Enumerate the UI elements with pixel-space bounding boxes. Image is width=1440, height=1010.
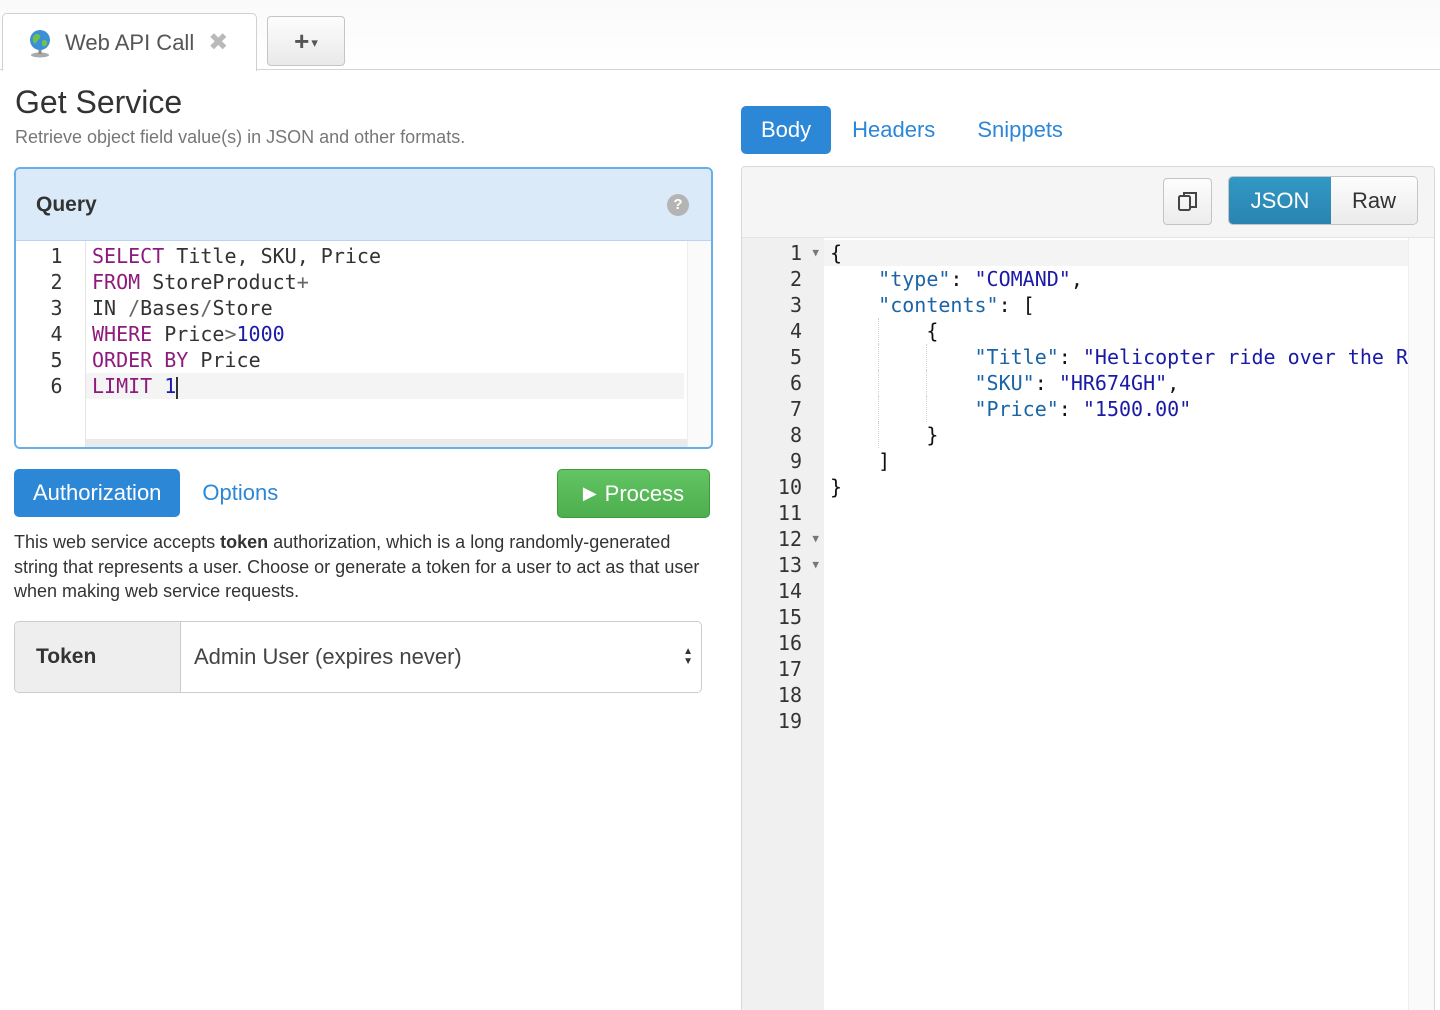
fold-icon: ▼ xyxy=(812,532,819,545)
format-toggle: JSON Raw xyxy=(1228,176,1418,225)
fold-icon: ▼ xyxy=(812,246,819,259)
line-number: 17 xyxy=(777,657,802,681)
code-line: "SKU": "HR674GH", xyxy=(824,370,1434,396)
line-number: 5 xyxy=(50,348,63,372)
page-title: Get Service xyxy=(15,84,183,120)
code-line: LIMIT 1 xyxy=(86,373,684,399)
fold-icon: ▼ xyxy=(812,558,819,571)
page-subtitle: Retrieve object field value(s) in JSON a… xyxy=(15,127,466,147)
query-panel-header: Query ? xyxy=(16,169,711,241)
code-line: SELECT Title, SKU, Price xyxy=(92,244,381,268)
line-number: 5 xyxy=(789,345,802,369)
tab-web-api-call[interactable]: Web API Call ✖ xyxy=(2,13,257,71)
query-editor[interactable]: 1 2 3 4 5 6 SELECT Title, SKU, Price FRO… xyxy=(16,241,711,447)
code-line: "type": "COMAND", xyxy=(878,267,1083,291)
vertical-scrollbar[interactable] xyxy=(1408,238,1434,1010)
help-icon[interactable]: ? xyxy=(667,193,689,216)
format-json-button[interactable]: JSON xyxy=(1229,177,1331,224)
text-cursor xyxy=(176,376,179,399)
response-tabs: Body Headers Snippets xyxy=(741,106,1084,154)
play-icon: ▶ xyxy=(582,483,597,503)
response-editor[interactable]: 1 ▼ 2 3 4 5 6 7 8 9 10 11 12 ▼ 13 ▼ 14 15 1… xyxy=(742,237,1434,1010)
token-selected-value: Admin User (expires never) xyxy=(194,644,462,669)
close-icon[interactable]: ✖ xyxy=(208,28,228,57)
line-number: 9 xyxy=(789,449,802,473)
line-number: 12 ▼ xyxy=(777,527,819,551)
token-field: Token Admin User (expires never) ▲ ▼ xyxy=(14,621,702,693)
line-number: 3 xyxy=(50,296,63,320)
line-number: 6 xyxy=(789,371,802,395)
code-line: "Price": "1500.00" xyxy=(824,396,1434,422)
add-tab-button[interactable]: + ▾ xyxy=(267,16,345,66)
line-number: 4 xyxy=(50,322,63,346)
code-line: { xyxy=(830,318,939,344)
line-number: 1 ▼ xyxy=(789,241,819,265)
line-number: 14 xyxy=(777,579,802,603)
line-number: 10 xyxy=(777,475,802,499)
copy-icon xyxy=(1177,191,1197,211)
line-number: 11 xyxy=(777,501,802,525)
vertical-scrollbar[interactable] xyxy=(687,241,711,447)
tab-body[interactable]: Body xyxy=(741,106,832,154)
tab-options[interactable]: Options xyxy=(180,469,300,517)
code-line: } xyxy=(830,475,843,499)
query-title: Query xyxy=(36,192,97,216)
response-panel: JSON Raw 1 ▼ 2 3 4 5 6 7 8 9 10 11 12 ▼ 13… xyxy=(741,166,1435,1010)
line-number: 6 xyxy=(50,374,63,398)
query-code[interactable]: SELECT Title, SKU, Price FROM StoreProdu… xyxy=(86,241,711,447)
line-number: 4 xyxy=(789,319,802,343)
line-number: 2 xyxy=(789,267,802,291)
authorization-description: This web service accepts token authoriza… xyxy=(14,530,704,604)
tab-headers[interactable]: Headers xyxy=(831,106,956,154)
code-line: WHERE Price>1000 xyxy=(92,322,285,346)
line-number: 2 xyxy=(50,270,63,294)
line-number: 8 xyxy=(789,423,802,447)
code-line: { xyxy=(824,240,1434,266)
code-line: "contents": [ xyxy=(878,293,1035,317)
line-number: 15 xyxy=(777,605,802,629)
response-line-numbers: 1 ▼ 2 3 4 5 6 7 8 9 10 11 12 ▼ 13 ▼ 14 15 1… xyxy=(742,238,824,1010)
tab-authorization[interactable]: Authorization xyxy=(14,469,181,517)
line-number: 16 xyxy=(777,631,802,655)
line-number: 19 xyxy=(777,709,802,733)
process-button[interactable]: ▶ Process xyxy=(557,469,710,518)
process-label: Process xyxy=(604,480,685,506)
token-select[interactable]: Admin User (expires never) ▲ ▼ xyxy=(181,622,701,692)
horizontal-scrollbar[interactable] xyxy=(86,439,687,447)
chevron-down-icon: ▾ xyxy=(311,34,318,50)
line-number: 13 ▼ xyxy=(777,553,819,577)
left-tabs: Authorization Options xyxy=(14,469,300,517)
auth-text-start: This web service accepts xyxy=(14,532,221,552)
line-number: 18 xyxy=(777,683,802,707)
globe-icon xyxy=(30,29,50,57)
copy-button[interactable] xyxy=(1163,178,1212,225)
query-line-numbers: 1 2 3 4 5 6 xyxy=(16,241,86,447)
plus-icon: + xyxy=(294,25,310,56)
line-number: 7 xyxy=(789,397,802,421)
token-label: Token xyxy=(15,622,181,692)
code-line: FROM StoreProduct+ xyxy=(92,270,309,294)
tab-label: Web API Call xyxy=(65,29,195,55)
code-line: ] xyxy=(830,449,891,473)
format-raw-button[interactable]: Raw xyxy=(1331,177,1417,224)
code-line: "Title": "Helicopter ride over the Rocky… xyxy=(824,344,1434,370)
query-panel: Query ? 1 2 3 4 5 6 SELECT Title, SKU, P… xyxy=(14,167,713,449)
line-number: 1 xyxy=(50,244,63,268)
response-code[interactable]: { "type": "COMAND", "contents": [ { "Tit… xyxy=(824,238,1434,1010)
code-line: IN /Bases/Store xyxy=(92,296,273,320)
line-number: 3 xyxy=(789,293,802,317)
code-line: ORDER BY Price xyxy=(92,348,261,372)
tab-snippets[interactable]: Snippets xyxy=(956,106,1084,154)
tab-bar: Web API Call ✖ + ▾ xyxy=(0,0,1440,71)
select-arrows-icon: ▲ ▼ xyxy=(683,646,693,667)
auth-text-bold: token xyxy=(220,532,269,552)
code-line: } xyxy=(830,422,939,448)
